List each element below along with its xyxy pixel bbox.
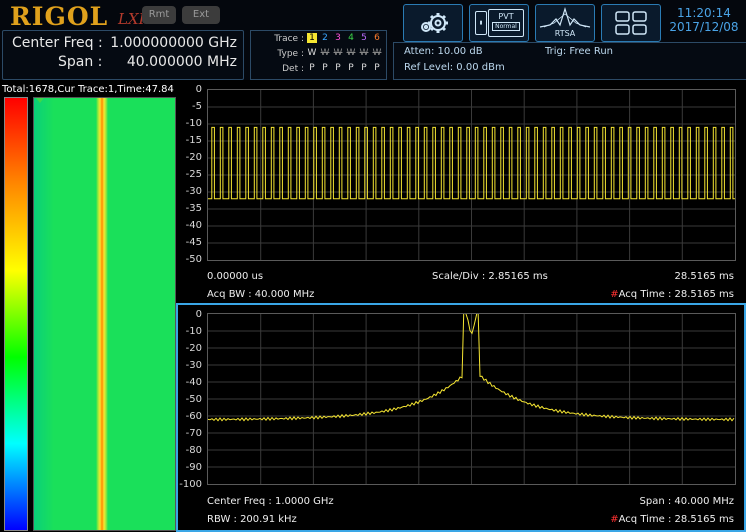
pvt-acq-time-marker: # (610, 289, 619, 300)
trace-numbers[interactable]: 123456 (307, 33, 385, 45)
det-1: P (309, 63, 315, 73)
y-tick-label: -15 (185, 135, 202, 146)
rtsa-mode-button[interactable]: RTSA (535, 4, 595, 42)
color-scale-bar (4, 97, 28, 531)
rtsa-label: RTSA (554, 29, 576, 38)
num-4[interactable]: 4 (346, 33, 356, 43)
layout-button[interactable] (601, 4, 661, 42)
pvt-end-time: 28.5165 ms (674, 271, 734, 282)
spectrogram-view[interactable] (33, 97, 176, 531)
grid-icon (615, 11, 647, 35)
span-value[interactable]: 40.000000 MHz (105, 54, 237, 70)
pvt-plot-area[interactable] (207, 89, 736, 261)
y-tick-label: -60 (185, 411, 202, 422)
clock: 11:20:14 2017/12/08 (662, 6, 746, 34)
gear-icon (421, 13, 448, 33)
num-3[interactable]: 3 (333, 33, 343, 43)
y-tick-label: -30 (185, 186, 202, 197)
trace-types: WWWWWW (307, 48, 385, 60)
center-freq-label: Center Freq : (12, 35, 103, 51)
pvt-scale-div: Scale/Div : 2.85165 ms (432, 271, 548, 282)
center-freq-value[interactable]: 1.000000000 GHz (105, 35, 237, 51)
spectrogram-marker-icon (36, 98, 44, 103)
pvt-icon: PVT Normal (488, 9, 524, 37)
spectrogram-carrier (96, 98, 108, 530)
pvt-sub-label: Normal (492, 22, 520, 31)
num-6[interactable]: 6 (372, 33, 382, 43)
spectrum-span: Span : 40.000 MHz (639, 496, 734, 507)
pvt-acq-time: Acq Time : 28.5165 ms (618, 289, 734, 300)
clock-time: 11:20:14 (677, 6, 731, 20)
num-2[interactable]: 2 (320, 33, 330, 43)
y-tick-label: -40 (185, 220, 202, 231)
y-tick-label: -40 (185, 377, 202, 388)
spectrum-acq-time-marker: # (610, 514, 619, 525)
y-tick-label: -25 (185, 169, 202, 180)
rmt-button[interactable]: Rmt (142, 6, 176, 24)
y-tick-label: -35 (185, 203, 202, 214)
ext-button[interactable]: Ext (182, 6, 220, 24)
type-2: W (320, 48, 330, 58)
mode-side-icon: ▮ (475, 11, 487, 35)
lxi-logo: LXI (118, 10, 145, 28)
trace-detectors: PPPPPP (307, 63, 385, 75)
det-label: Det : (282, 64, 304, 74)
y-tick-label: 0 (195, 309, 202, 320)
y-tick-label: -70 (185, 428, 202, 439)
type-6: W (372, 48, 382, 58)
det-6: P (374, 63, 380, 73)
settings-button[interactable] (403, 4, 463, 42)
pvt-label: PVT (498, 12, 514, 21)
span-label: Span : (58, 54, 103, 70)
y-tick-label: -80 (185, 445, 202, 456)
type-5: W (359, 48, 369, 58)
spectrum-trace (208, 314, 735, 484)
det-4: P (348, 63, 354, 73)
type-4: W (346, 48, 356, 58)
trigger-text: Trig: Free Run (545, 46, 613, 57)
y-tick-label: -5 (192, 101, 202, 112)
type-1: W (307, 48, 317, 58)
spectrum-y-axis: 0 -10 -20 -30 -40 -50 -60 -70 -80 -90 -100 (178, 309, 206, 490)
spectrum-acq-time-wrap: #Acq Time : 28.5165 ms (560, 514, 734, 525)
num-1[interactable]: 1 (307, 33, 317, 43)
y-tick-label: -50 (185, 394, 202, 405)
spectrogram-info: Total:1678,Cur Trace:1,Time:47.84 (2, 84, 174, 95)
type-3: W (333, 48, 343, 58)
spectrogram-edge (34, 98, 54, 530)
y-tick-label: -90 (185, 462, 202, 473)
pvt-acq-time-wrap: #Acq Time : 28.5165 ms (560, 289, 734, 300)
spectrum-icon (539, 6, 591, 28)
ref-level-text: Ref Level: 0.00 dBm (404, 62, 505, 73)
pvt-start-time: 0.00000 us (207, 271, 264, 282)
y-tick-label: -50 (185, 254, 202, 265)
trace-label: Trace : (274, 34, 304, 44)
det-2: P (322, 63, 328, 73)
det-3: P (335, 63, 341, 73)
spectrum-center-freq: Center Freq : 1.0000 GHz (207, 496, 334, 507)
spectrum-acq-time: Acq Time : 28.5165 ms (618, 514, 734, 525)
y-tick-label: -20 (185, 343, 202, 354)
y-tick-label: -10 (185, 118, 202, 129)
atten-text: Atten: 10.00 dB (404, 46, 483, 57)
rigol-logo: RIGOL (10, 2, 109, 31)
type-label: Type : (277, 49, 304, 59)
pvt-trace (208, 90, 735, 260)
pvt-acq-bw: Acq BW : 40.000 MHz (207, 289, 315, 300)
num-5[interactable]: 5 (359, 33, 369, 43)
pvt-y-axis: 0 -5 -10 -15 -20 -25 -30 -35 -40 -45 -50 (178, 84, 206, 265)
y-tick-label: -30 (185, 360, 202, 371)
det-5: P (361, 63, 367, 73)
y-tick-label: -100 (179, 479, 202, 490)
pvt-mode-button[interactable]: ▮ PVT Normal (469, 4, 529, 42)
y-tick-label: -20 (185, 152, 202, 163)
spectrum-plot-area[interactable] (207, 313, 736, 485)
clock-date: 2017/12/08 (669, 20, 739, 34)
y-tick-label: 0 (195, 84, 202, 95)
y-tick-label: -45 (185, 237, 202, 248)
spectrum-rbw: RBW : 200.91 kHz (207, 514, 297, 525)
y-tick-label: -10 (185, 326, 202, 337)
